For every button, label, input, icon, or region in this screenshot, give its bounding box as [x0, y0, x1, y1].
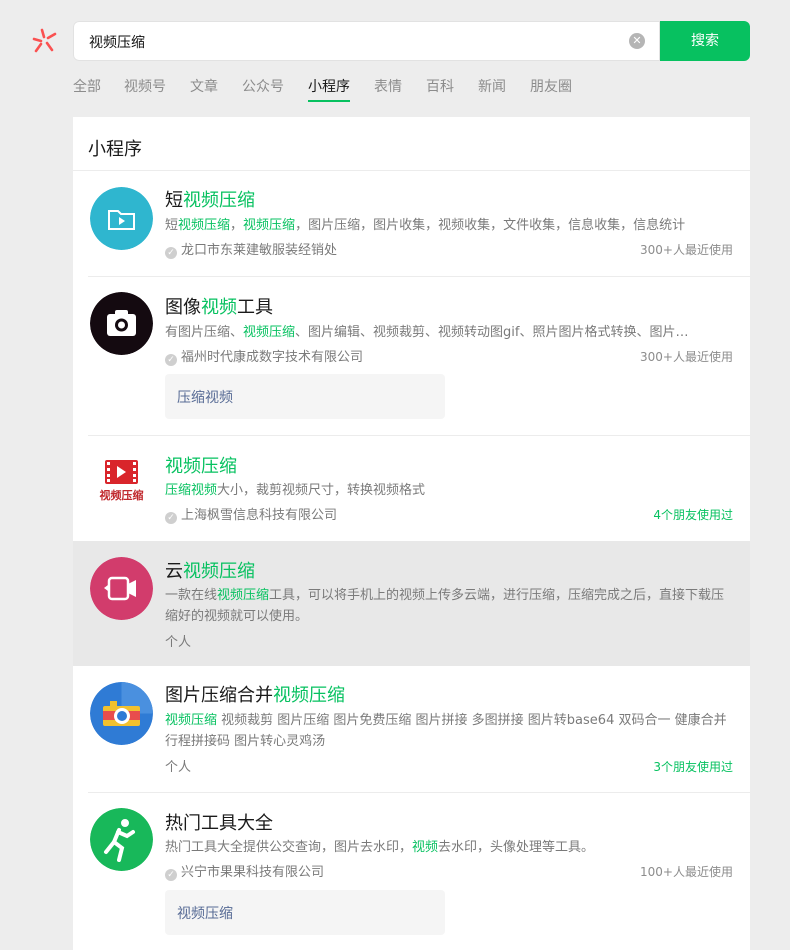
video-cloud-icon	[90, 557, 153, 620]
tab-stickers[interactable]: 表情	[374, 76, 402, 96]
result-owner: ✓ 龙口市东莱建敏服装经销处	[165, 239, 337, 259]
result-item[interactable]: 短视频压缩 短视频压缩，视频压缩，图片压缩，图片收集，视频收集，文件收集，信息收…	[73, 171, 750, 277]
verified-icon: ✓	[165, 354, 177, 366]
results-panel: 小程序 短视频压缩 短视频压缩，视频压缩，图片压缩，图片收集，视频收集，文件收集…	[73, 117, 750, 950]
result-title: 短视频压缩	[165, 190, 255, 211]
result-description: 热门工具大全提供公交查询，图片去水印，视频去水印，头像处理等工具。	[165, 840, 595, 855]
camera-icon	[90, 292, 153, 355]
result-owner: ✓ 上海枫雪信息科技有限公司	[165, 504, 337, 524]
search-query-text: 视频压缩	[89, 35, 145, 51]
wechat-search-logo-icon	[31, 27, 59, 55]
usage-count: 100+人最近使用	[640, 865, 733, 879]
result-item[interactable]: 热门工具大全 热门工具大全提供公交查询，图片去水印，视频去水印，头像处理等工具。…	[73, 793, 750, 950]
tab-mini-programs[interactable]: 小程序	[308, 76, 350, 102]
result-item[interactable]: 图片压缩合并视频压缩 视频压缩 视频裁剪 图片压缩 图片免费压缩 图片拼接 多图…	[73, 666, 750, 793]
film-logo-text: 视频压缩	[100, 488, 144, 502]
result-title: 云视频压缩	[165, 561, 255, 582]
usage-count: 300+人最近使用	[640, 350, 733, 364]
film-icon: 视频压缩	[90, 454, 153, 517]
usage-count: 300+人最近使用	[640, 243, 733, 257]
tab-channels[interactable]: 视频号	[124, 76, 166, 96]
result-item[interactable]: 云视频压缩 一款在线视频压缩工具，可以将手机上的视频上传多云端，进行压缩，压缩完…	[73, 541, 750, 666]
search-button[interactable]: 搜索	[660, 21, 750, 61]
result-owner: 个人	[165, 760, 192, 775]
result-description: 有图片压缩、视频压缩、图片编辑、视频裁剪、视频转动图gif、照片图片格式转换、图…	[165, 325, 689, 340]
runner-icon	[90, 808, 153, 871]
result-description: 短视频压缩，视频压缩，图片压缩，图片收集，视频收集，文件收集，信息收集，信息统计	[165, 218, 686, 233]
tab-moments[interactable]: 朋友圈	[530, 76, 572, 96]
search-input[interactable]: 视频压缩 ✕	[73, 21, 660, 61]
folder-play-icon	[90, 187, 153, 250]
result-owner: ✓ 福州时代康成数字技术有限公司	[165, 346, 363, 366]
clear-icon[interactable]: ✕	[629, 33, 645, 49]
service-link[interactable]: 压缩视频	[165, 374, 445, 419]
result-item[interactable]: 视频压缩 视频压缩 压缩视频大小，裁剪视频尺寸，转换视频格式 ✓ 上海枫雪信息科技…	[73, 436, 750, 541]
verified-icon: ✓	[165, 512, 177, 524]
result-description: 一款在线视频压缩工具，可以将手机上的视频上传多云端，进行压缩，压缩完成之后，直接…	[165, 588, 725, 624]
result-owner: ✓ 兴宁市果果科技有限公司	[165, 861, 324, 881]
verified-icon: ✓	[165, 247, 177, 259]
result-description: 压缩视频大小，裁剪视频尺寸，转换视频格式	[165, 483, 426, 498]
friends-used-count: 4个朋友使用过	[653, 508, 733, 522]
result-title: 图像视频工具	[165, 297, 273, 318]
result-item[interactable]: 图像视频工具 有图片压缩、视频压缩、图片编辑、视频裁剪、视频转动图gif、照片图…	[73, 277, 750, 436]
tab-articles[interactable]: 文章	[190, 76, 218, 96]
tab-official-accounts[interactable]: 公众号	[242, 76, 284, 96]
service-link[interactable]: 视频压缩	[165, 890, 445, 935]
photo-camera-icon	[90, 682, 153, 745]
tab-encyclopedia[interactable]: 百科	[426, 76, 454, 96]
result-description: 视频压缩 视频裁剪 图片压缩 图片免费压缩 图片拼接 多图拼接 图片转base6…	[165, 713, 727, 749]
search-header: 视频压缩 ✕ 搜索 全部 视频号 文章 公众号 小程序 表情 百科 新闻 朋友圈	[0, 0, 790, 117]
result-title: 视频压缩	[165, 456, 237, 477]
tab-news[interactable]: 新闻	[478, 76, 506, 96]
tab-all[interactable]: 全部	[73, 76, 101, 96]
friends-used-count: 3个朋友使用过	[653, 760, 733, 774]
result-title: 图片压缩合并视频压缩	[165, 685, 345, 706]
result-title: 热门工具大全	[165, 813, 273, 834]
section-title: 小程序	[88, 139, 142, 160]
verified-icon: ✓	[165, 869, 177, 881]
result-owner: 个人	[165, 635, 192, 650]
